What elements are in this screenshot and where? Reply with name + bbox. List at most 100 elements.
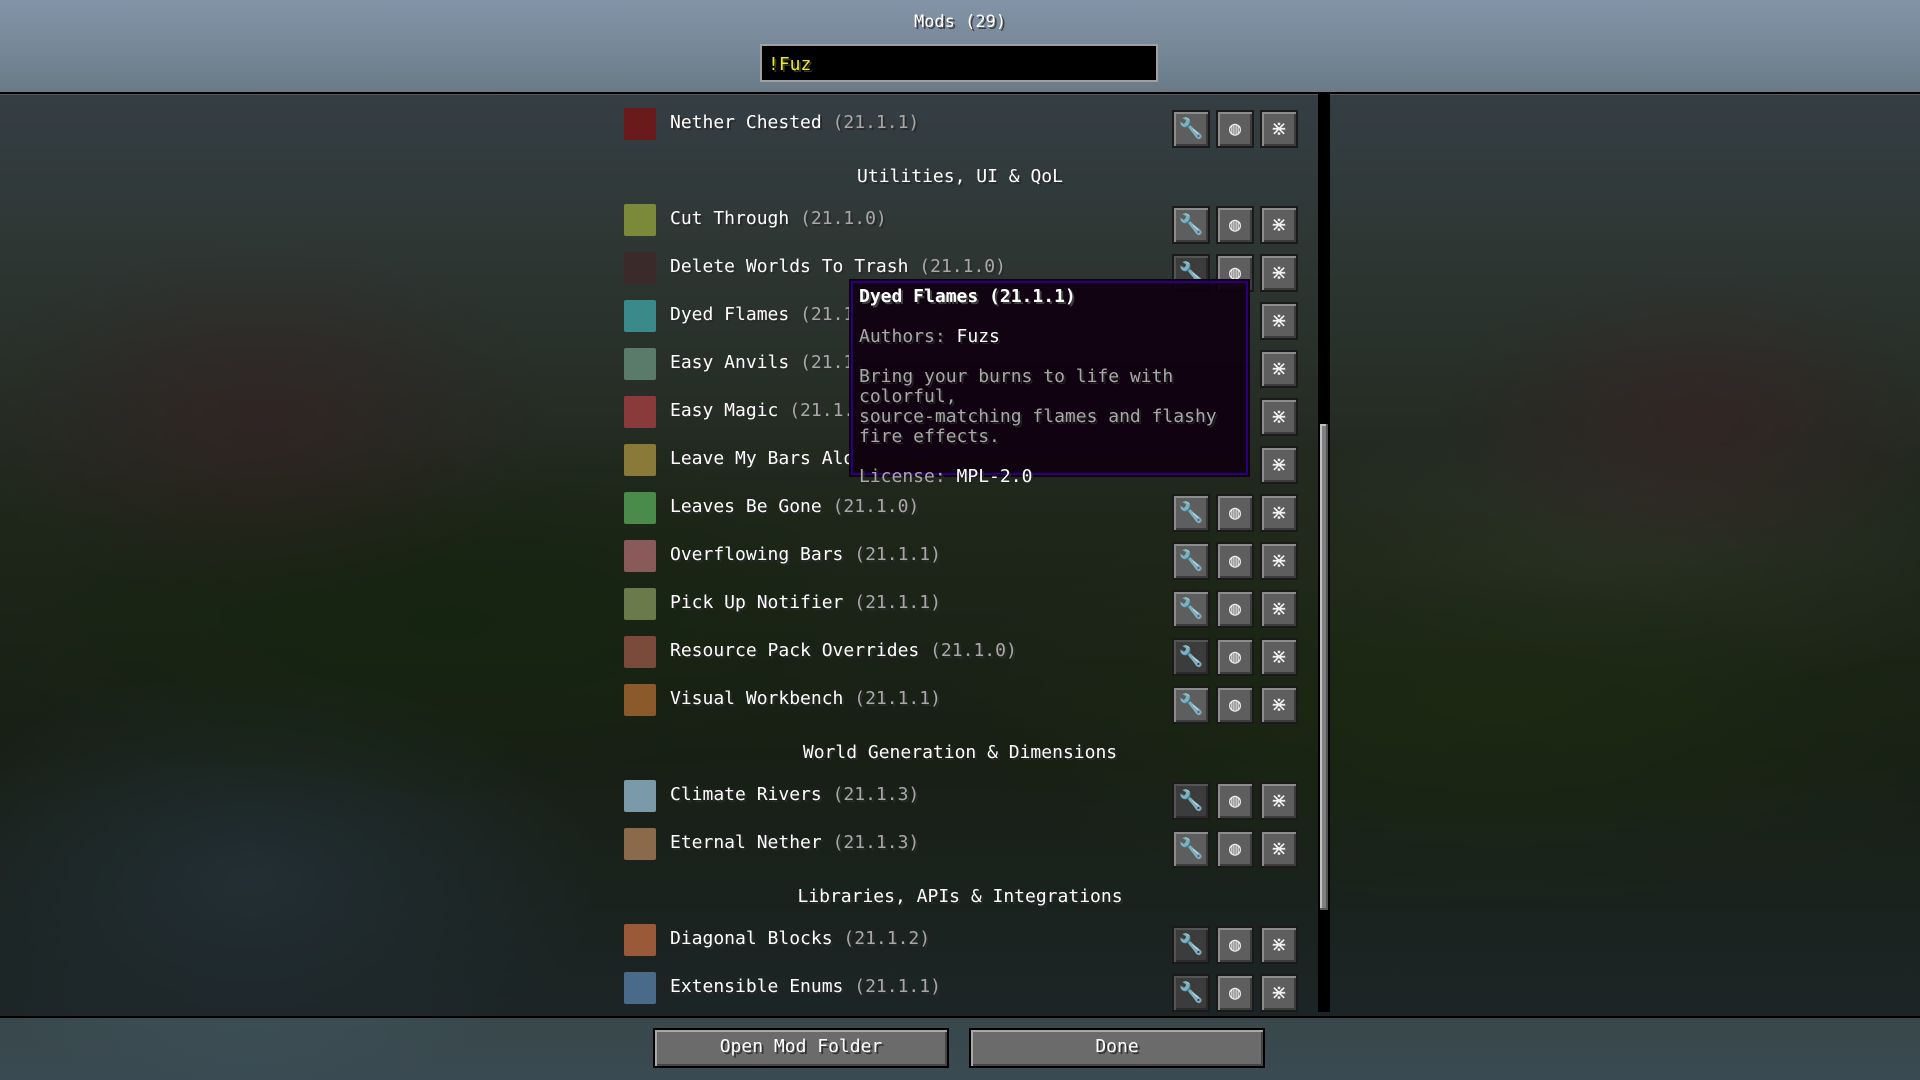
- mod-name: Overflowing Bars: [670, 544, 844, 565]
- issues-button[interactable]: ⋇: [1260, 782, 1298, 820]
- config-button[interactable]: 🔧: [1172, 590, 1210, 628]
- mod-row-eternal-nether[interactable]: Eternal Nether (21.1.3) 🔧 ◍ ⋇: [620, 824, 1300, 868]
- tooltip-description: source-matching flames and flashy: [859, 406, 1217, 427]
- mod-version: (21.1.0): [930, 640, 1017, 661]
- mod-icon: [624, 780, 656, 812]
- mod-row-visual-workbench[interactable]: Visual Workbench (21.1.1) 🔧 ◍ ⋇: [620, 680, 1300, 724]
- wrench-icon: 🔧: [1178, 116, 1204, 140]
- mod-row-extensible-enums[interactable]: Extensible Enums (21.1.1) 🔧 ◍ ⋇: [620, 968, 1300, 1012]
- mod-version: (21.1.1): [854, 592, 941, 613]
- website-button[interactable]: ◍: [1216, 782, 1254, 820]
- config-button: 🔧: [1172, 974, 1210, 1012]
- website-button[interactable]: ◍: [1216, 686, 1254, 724]
- mod-row-overflowing-bars[interactable]: Overflowing Bars (21.1.1) 🔧 ◍ ⋇: [620, 536, 1300, 580]
- mod-row-pick-up-notifier[interactable]: Pick Up Notifier (21.1.1) 🔧 ◍ ⋇: [620, 584, 1300, 628]
- website-button[interactable]: ◍: [1216, 110, 1254, 148]
- config-button[interactable]: 🔧: [1172, 110, 1210, 148]
- issues-button[interactable]: ⋇: [1260, 542, 1298, 580]
- issues-button[interactable]: ⋇: [1260, 590, 1298, 628]
- globe-icon: ◍: [1228, 644, 1242, 668]
- issues-button[interactable]: ⋇: [1260, 302, 1298, 340]
- issues-button[interactable]: ⋇: [1260, 110, 1298, 148]
- issues-button[interactable]: ⋇: [1260, 206, 1298, 244]
- issues-button[interactable]: ⋇: [1260, 350, 1298, 388]
- bug-icon: ⋇: [1270, 548, 1288, 572]
- config-button[interactable]: 🔧: [1172, 542, 1210, 580]
- tooltip-authors-label: Authors:: [859, 326, 957, 347]
- website-button[interactable]: ◍: [1216, 542, 1254, 580]
- mod-name: Eternal Nether: [670, 832, 822, 853]
- scrollbar-thumb[interactable]: [1320, 424, 1328, 910]
- website-button[interactable]: ◍: [1216, 206, 1254, 244]
- mod-row-cut-through[interactable]: Cut Through (21.1.0) 🔧 ◍ ⋇: [620, 200, 1300, 244]
- mod-version: (21.1.0): [800, 208, 887, 229]
- bug-icon: ⋇: [1270, 836, 1288, 860]
- mod-icon: [624, 204, 656, 236]
- globe-icon: ◍: [1228, 788, 1242, 812]
- globe-icon: ◍: [1228, 980, 1242, 1004]
- wrench-icon: 🔧: [1178, 836, 1204, 860]
- tooltip-description: Bring your burns to life with colorful,: [859, 366, 1174, 407]
- globe-icon: ◍: [1228, 548, 1242, 572]
- mod-icon: [624, 252, 656, 284]
- bug-icon: ⋇: [1270, 452, 1288, 476]
- mod-name: Easy Anvils: [670, 352, 790, 373]
- mod-name: Nether Chested: [670, 112, 822, 133]
- issues-button[interactable]: ⋇: [1260, 686, 1298, 724]
- done-button[interactable]: Done: [969, 1028, 1265, 1068]
- website-button[interactable]: ◍: [1216, 638, 1254, 676]
- mod-row-resource-pack-overrides[interactable]: Resource Pack Overrides (21.1.0) 🔧 ◍ ⋇: [620, 632, 1300, 676]
- bug-icon: ⋇: [1270, 932, 1288, 956]
- bug-icon: ⋇: [1270, 500, 1288, 524]
- issues-button[interactable]: ⋇: [1260, 446, 1298, 484]
- website-button[interactable]: ◍: [1216, 590, 1254, 628]
- mod-name: Extensible Enums: [670, 976, 844, 997]
- wrench-icon: 🔧: [1178, 548, 1204, 572]
- website-button[interactable]: ◍: [1216, 494, 1254, 532]
- category-heading: Utilities, UI & QoL: [857, 166, 1063, 187]
- config-button[interactable]: 🔧: [1172, 206, 1210, 244]
- category-heading: Libraries, APIs & Integrations: [797, 886, 1123, 907]
- mod-tooltip: Dyed Flames (21.1.1) Authors: Fuzs Bring…: [851, 281, 1248, 487]
- website-button[interactable]: ◍: [1216, 830, 1254, 868]
- wrench-icon: 🔧: [1178, 644, 1204, 668]
- issues-button[interactable]: ⋇: [1260, 398, 1298, 436]
- globe-icon: ◍: [1228, 932, 1242, 956]
- config-button: 🔧: [1172, 926, 1210, 964]
- config-button[interactable]: 🔧: [1172, 494, 1210, 532]
- mod-icon: [624, 348, 656, 380]
- mod-icon: [624, 684, 656, 716]
- mod-name: Diagonal Blocks: [670, 928, 833, 949]
- website-button[interactable]: ◍: [1216, 926, 1254, 964]
- tooltip-license-label: License:: [859, 466, 957, 487]
- config-button[interactable]: 🔧: [1172, 830, 1210, 868]
- tooltip-authors: Fuzs: [956, 326, 1000, 347]
- mod-name: Easy Magic: [670, 400, 779, 421]
- mod-icon: [624, 924, 656, 956]
- issues-button[interactable]: ⋇: [1260, 638, 1298, 676]
- issues-button[interactable]: ⋇: [1260, 494, 1298, 532]
- mod-version: (21.1.1): [854, 688, 941, 709]
- bug-icon: ⋇: [1270, 260, 1288, 284]
- mod-row-diagonal-blocks[interactable]: Diagonal Blocks (21.1.2) 🔧 ◍ ⋇: [620, 920, 1300, 964]
- mod-row-leaves-be-gone[interactable]: Leaves Be Gone (21.1.0) 🔧 ◍ ⋇: [620, 488, 1300, 532]
- mod-row-climate-rivers[interactable]: Climate Rivers (21.1.3) 🔧 ◍ ⋇: [620, 776, 1300, 820]
- mod-version: (21.1.2): [843, 928, 931, 949]
- mod-name: Pick Up Notifier: [670, 592, 844, 613]
- tooltip-license: MPL-2.0: [956, 466, 1033, 487]
- mod-version: (21.1.0): [832, 496, 920, 517]
- config-button[interactable]: 🔧: [1172, 686, 1210, 724]
- website-button[interactable]: ◍: [1216, 974, 1254, 1012]
- mod-name: Leave My Bars Alo: [670, 448, 855, 469]
- open-mod-folder-button[interactable]: Open Mod Folder: [653, 1028, 949, 1068]
- mod-icon: [624, 396, 656, 428]
- issues-button[interactable]: ⋇: [1260, 254, 1298, 292]
- mod-row-nether-chested[interactable]: Nether Chested (21.1.1) 🔧 ◍ ⋇: [620, 104, 1300, 148]
- mod-icon: [624, 300, 656, 332]
- issues-button[interactable]: ⋇: [1260, 926, 1298, 964]
- issues-button[interactable]: ⋇: [1260, 974, 1298, 1012]
- issues-button[interactable]: ⋇: [1260, 830, 1298, 868]
- mod-name: Delete Worlds To Trash: [670, 256, 909, 277]
- globe-icon: ◍: [1228, 836, 1242, 860]
- search-input[interactable]: !Fuz: [760, 44, 1158, 82]
